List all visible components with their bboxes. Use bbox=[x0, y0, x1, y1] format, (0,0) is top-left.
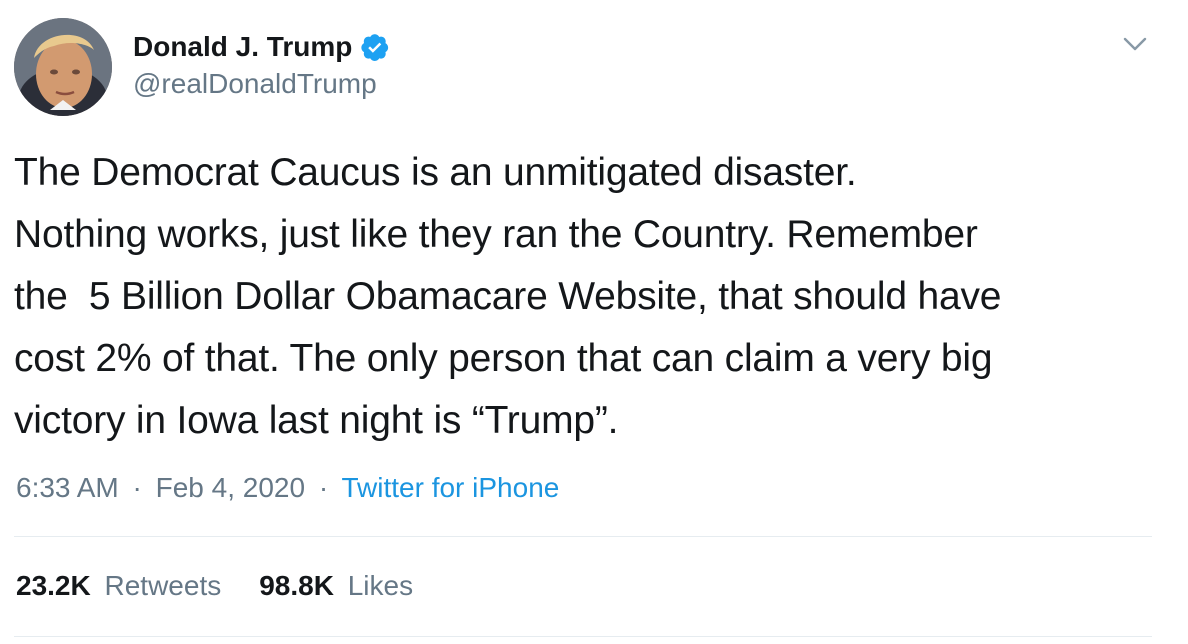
tweet-time[interactable]: 6:33 AM bbox=[16, 472, 119, 503]
tweet-text: The Democrat Caucus is an unmitigated di… bbox=[14, 151, 1002, 442]
retweets-stat[interactable]: 23.2K Retweets bbox=[16, 568, 221, 604]
profile-photo-icon bbox=[14, 18, 112, 116]
author-handle[interactable]: @realDonaldTrump bbox=[133, 66, 390, 102]
tweet-source-link[interactable]: Twitter for iPhone bbox=[341, 472, 559, 503]
likes-count: 98.8K bbox=[259, 570, 334, 601]
chevron-down-icon[interactable] bbox=[1122, 34, 1148, 54]
divider bbox=[14, 636, 1152, 637]
likes-label: Likes bbox=[347, 570, 414, 601]
tweet-stats: 23.2K Retweets 98.8K Likes bbox=[16, 568, 451, 604]
tweet-card: Donald J. Trump @realDonaldTrump The Dem… bbox=[0, 0, 1188, 644]
tweet-meta: 6:33 AM · Feb 4, 2020 · Twitter for iPho… bbox=[16, 470, 559, 506]
retweets-count: 23.2K bbox=[16, 570, 91, 601]
meta-separator: · bbox=[132, 472, 142, 503]
avatar[interactable] bbox=[14, 18, 112, 116]
display-name-text[interactable]: Donald J. Trump bbox=[133, 30, 352, 64]
retweets-label: Retweets bbox=[104, 570, 222, 601]
likes-stat[interactable]: 98.8K Likes bbox=[259, 568, 413, 604]
meta-separator: · bbox=[318, 472, 329, 503]
author-name[interactable]: Donald J. Trump bbox=[133, 30, 390, 64]
author-block: Donald J. Trump @realDonaldTrump bbox=[133, 30, 390, 102]
tweet-date[interactable]: Feb 4, 2020 bbox=[156, 472, 305, 503]
divider bbox=[14, 536, 1152, 537]
verified-badge-icon bbox=[360, 32, 390, 62]
